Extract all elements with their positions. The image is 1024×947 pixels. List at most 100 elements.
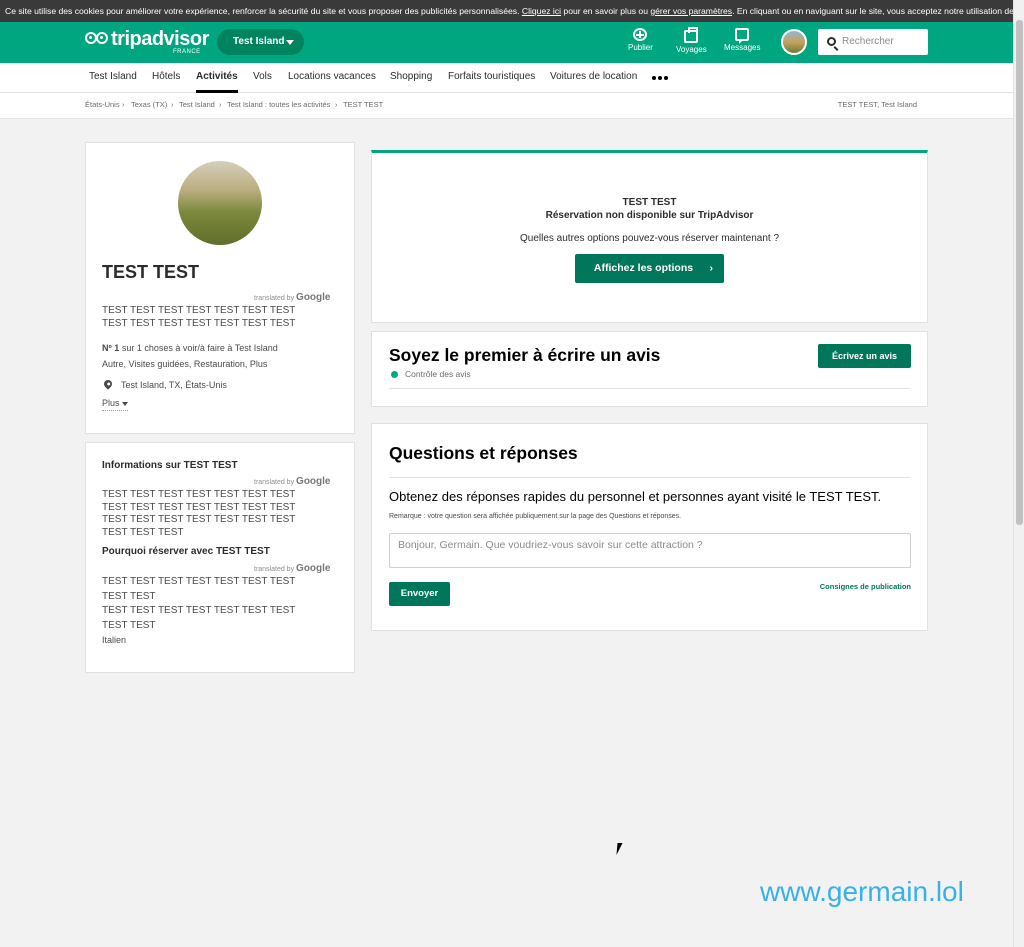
subnav-item-hotels[interactable]: Hôtels [152, 63, 180, 93]
breadcrumb-item[interactable]: Test Island : toutes les activités [227, 93, 330, 117]
mouse-cursor-icon [616, 843, 628, 855]
info-title: Informations sur TEST TEST [102, 460, 238, 471]
attraction-name: TEST TEST [102, 262, 200, 282]
attraction-rank: Nº 1 sur 1 choses à voir/à faire à Test … [102, 342, 278, 355]
global-header: tripadvisor FRANCE Test Island Publier V… [0, 22, 1013, 63]
subnav-item-activites[interactable]: Activités [196, 63, 238, 93]
review-control-link[interactable]: Contrôle des avis [405, 369, 471, 379]
breadcrumb-item[interactable]: Test Island [179, 93, 215, 117]
subnav-item-test-island[interactable]: Test Island [89, 63, 137, 93]
breadcrumb-current: TEST TEST [343, 100, 384, 109]
plus-circle-icon [633, 28, 648, 41]
qa-card: Questions et réponses Obtenez des répons… [371, 423, 928, 631]
attraction-location: Test Island, TX, États-Unis [121, 380, 227, 390]
info-line: TEST TEST TEST TEST TEST TEST TEST [102, 501, 296, 513]
google-logo-text: Google [296, 292, 331, 303]
logo-country: FRANCE [173, 49, 201, 55]
translated-by-label: translated by [254, 295, 295, 302]
attraction-description: TEST TEST TEST TEST TEST TEST TEST TEST … [102, 305, 295, 330]
search-placeholder: Rechercher [842, 36, 894, 47]
attraction-profile-card: TEST TEST translated by Google TEST TEST… [85, 142, 355, 434]
vertical-scrollbar[interactable] [1013, 0, 1024, 947]
search-input[interactable]: Rechercher [818, 29, 928, 55]
description-line: TEST TEST TEST TEST TEST TEST TEST [102, 317, 296, 329]
submit-question-button[interactable]: Envoyer [389, 582, 450, 606]
write-review-button[interactable]: Écrivez un avis [818, 344, 911, 368]
geo-selector[interactable]: Test Island [217, 29, 304, 55]
booking-card: TEST TEST Réservation non disponible sur… [371, 150, 928, 323]
nav-publier-label: Publier [628, 43, 653, 52]
cookie-text-mid: pour en savoir plus ou [563, 6, 648, 16]
more-label: Plus [102, 398, 120, 408]
booking-unavailable: Réservation non disponible sur TripAdvis… [545, 210, 754, 221]
cookie-learn-more-link[interactable]: Cliquez ici [522, 6, 561, 16]
language-label: Italien [102, 635, 127, 645]
booking-title: TEST TEST [622, 197, 677, 208]
breadcrumb-separator: › [335, 100, 338, 109]
translated-by-google: translated by Google [254, 292, 331, 303]
translated-by-google: translated by Google [254, 563, 331, 574]
booking-question: Quelles autres options pouvez-vous réser… [519, 233, 780, 244]
nav-messages[interactable]: Messages [724, 28, 760, 52]
geo-selector-label: Test Island [233, 36, 285, 47]
search-icon [827, 37, 836, 46]
translated-by-label: translated by [254, 566, 295, 573]
question-textarea[interactable]: Bonjour, Germain. Que voudriez-vous savo… [389, 533, 911, 568]
qa-prompt: Obtenez des réponses rapides du personne… [389, 489, 882, 504]
breadcrumb-separator: › [122, 100, 125, 109]
cookie-settings-link[interactable]: gérer vos paramètres [650, 6, 732, 16]
watermark-text: www.germain.lol [760, 876, 964, 907]
why-book-description: TEST TEST TEST TEST TEST TEST TEST TEST … [102, 576, 295, 634]
description-line: TEST TEST TEST TEST TEST TEST TEST [102, 305, 296, 316]
info-description: TEST TEST TEST TEST TEST TEST TEST TEST … [102, 489, 295, 539]
attraction-info-card: Informations sur TEST TEST translated by… [85, 442, 355, 673]
attraction-photo[interactable] [178, 161, 262, 245]
why-line: TEST TEST TEST TEST TEST TEST TEST [102, 605, 296, 616]
google-logo-text: Google [296, 476, 331, 487]
subnav-item-locations-vacances[interactable]: Locations vacances [288, 63, 376, 93]
tripadvisor-logo[interactable]: tripadvisor FRANCE [85, 28, 209, 56]
user-avatar[interactable] [781, 29, 807, 55]
logo-text: tripadvisor [111, 28, 209, 50]
breadcrumb-item[interactable]: États-Unis [85, 93, 120, 117]
info-dot-icon [391, 371, 398, 378]
show-options-label: Affichez les options [593, 262, 694, 274]
posting-guidelines-link[interactable]: Consignes de publication [820, 582, 911, 591]
divider [389, 388, 910, 389]
subnav-item-voitures[interactable]: Voitures de location [550, 63, 637, 93]
nav-messages-label: Messages [724, 43, 761, 52]
breadcrumb-item[interactable]: Texas (TX) [131, 93, 167, 117]
why-line: TEST TEST [102, 590, 156, 602]
subnav-item-shopping[interactable]: Shopping [390, 63, 432, 93]
nav-publier[interactable]: Publier [628, 28, 653, 52]
why-line: TEST TEST TEST TEST TEST TEST TEST [102, 576, 296, 587]
cookie-text-end: . En cliquant ou en naviguant sur le sit… [732, 6, 1013, 16]
why-book-title: Pourquoi réserver avec TEST TEST [102, 546, 270, 557]
breadcrumb-separator: › [171, 100, 174, 109]
breadcrumb: États-Unis › Texas (TX) › Test Island › … [0, 93, 1013, 119]
google-logo-text: Google [296, 563, 331, 574]
message-icon [735, 28, 750, 44]
why-line: TEST TEST [102, 619, 156, 631]
chevron-right-icon: › [709, 262, 714, 274]
subnav-item-vols[interactable]: Vols [253, 63, 272, 93]
rank-link[interactable]: sur 1 choses à voir/à faire à Test Islan… [122, 343, 278, 353]
nav-voyages[interactable]: Voyages [676, 27, 707, 54]
qa-title: Questions et réponses [389, 443, 578, 463]
attraction-categories: Autre, Visites guidées, Restauration, Pl… [102, 359, 268, 369]
subnav-item-forfaits[interactable]: Forfaits touristiques [448, 63, 535, 93]
scrollbar-thumb[interactable] [1016, 20, 1023, 525]
more-toggle[interactable]: Plus [102, 397, 129, 411]
show-options-button[interactable]: Affichez les options › [575, 254, 724, 283]
info-line: TEST TEST TEST [102, 526, 184, 538]
cookie-text: Ce site utilise des cookies pour amélior… [5, 6, 520, 16]
breadcrumb-right-label: TEST TEST, Test Island [837, 100, 917, 109]
translated-by-google: translated by Google [254, 476, 331, 487]
breadcrumb-separator: › [219, 100, 222, 109]
info-line: TEST TEST TEST TEST TEST TEST TEST [102, 514, 296, 525]
qa-note: Remarque : votre question sera affichée … [389, 513, 682, 520]
nav-voyages-label: Voyages [676, 45, 707, 54]
caret-down-icon [286, 40, 294, 45]
more-dots-icon[interactable] [652, 76, 668, 80]
owl-logo-icon [85, 32, 109, 46]
